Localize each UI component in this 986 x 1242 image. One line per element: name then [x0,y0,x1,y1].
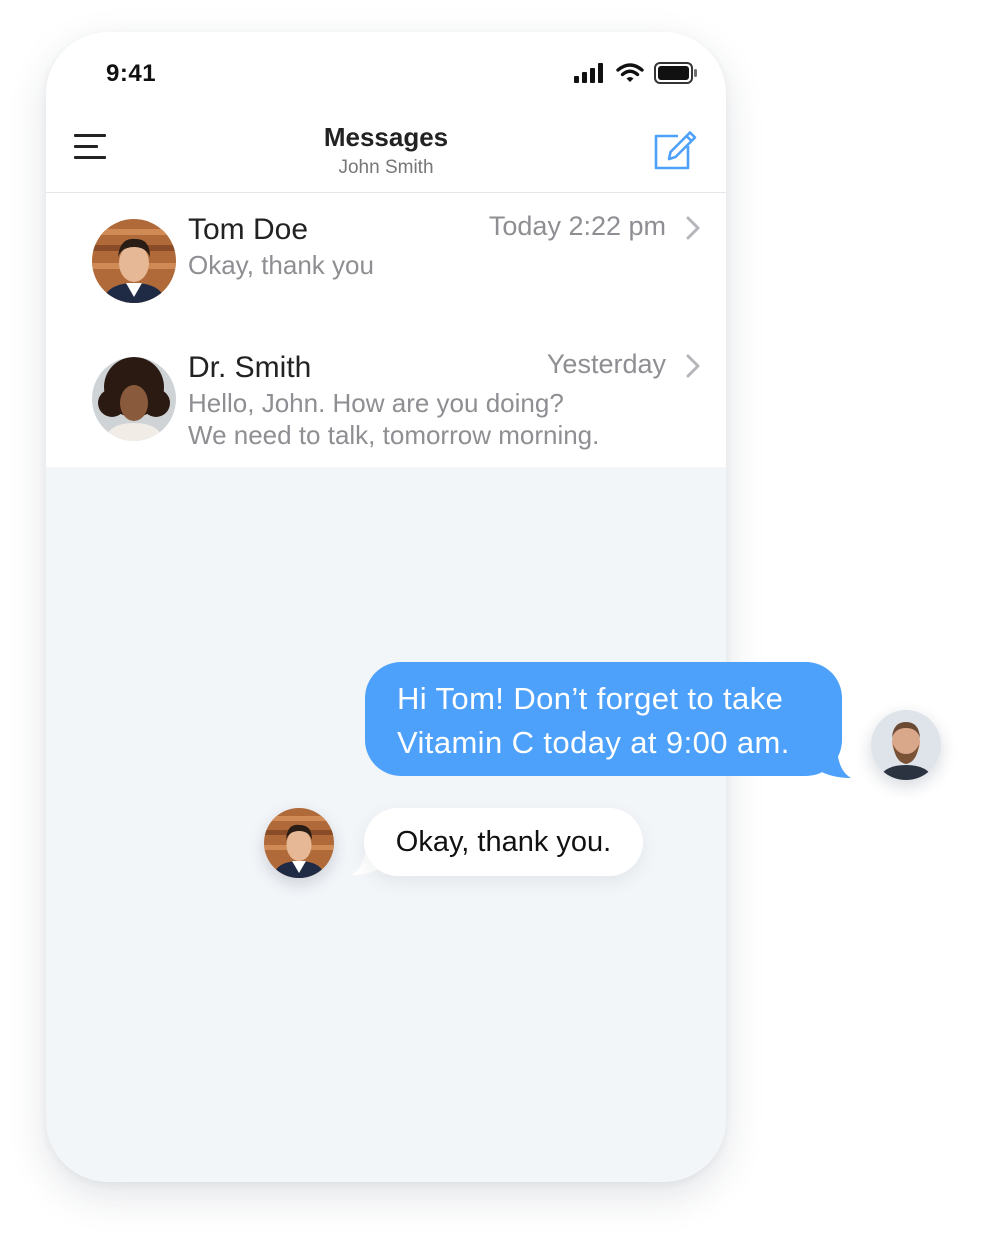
dr-smith-avatar [92,357,176,441]
conversation-time: Today 2:22 pm [488,211,666,241]
conversation-row-tom-doe[interactable]: Tom Doe Today 2:22 pm Okay, thank you [46,193,726,331]
outgoing-message-bubble: Hi Tom! Don’t forget to take Vitamin C t… [365,662,842,776]
message-line: Vitamin C today at 9:00 am. [397,725,790,760]
preview-line: We need to talk, tomorrow morning. [188,420,600,450]
incoming-message-bubble: Okay, thank you. [364,808,643,876]
signal-icon [574,63,603,83]
tom-doe-avatar [92,219,176,303]
page-title: Messages [323,122,449,152]
chevron-right-icon [686,216,700,240]
preview-line: Hello, John. How are you doing? [188,388,564,418]
status-time: 9:41 [106,60,157,87]
top-panel: 9:41 Messages John Smith Tom Doe Today 2… [46,32,726,467]
conversation-preview: Hello, John. How are you doing? We need … [188,387,599,451]
conversation-preview: Okay, thank you [188,249,374,281]
app-header: Messages John Smith [46,104,726,193]
conversation-name: Dr. Smith [188,351,312,384]
chevron-right-icon [686,354,700,378]
battery-icon [654,62,697,84]
compose-edit-icon [654,131,697,170]
phone-frame: 9:41 Messages John Smith Tom Doe Today 2… [46,32,726,1182]
conversation-time: Yesterday [546,349,666,379]
bearded-man-avatar [871,710,941,780]
conversation-name: Tom Doe [188,213,309,246]
conversation-row-dr-smith[interactable]: Dr. Smith Yesterday Hello, John. How are… [46,331,726,469]
preview-line: Okay, thank you [188,250,374,280]
wifi-icon [616,63,644,82]
compose-button[interactable] [652,126,698,172]
page-subtitle: John Smith [338,157,434,178]
tom-doe-avatar [264,808,334,878]
message-line: Hi Tom! Don’t forget to take [397,681,784,716]
status-icons [574,62,698,84]
